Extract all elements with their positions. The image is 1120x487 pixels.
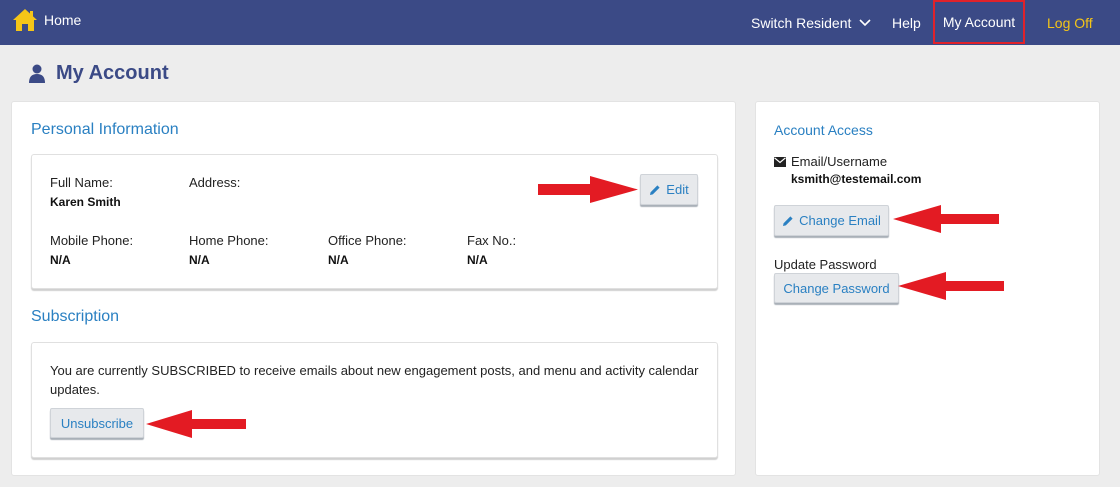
email-username-value: ksmith@testemail.com	[791, 172, 922, 186]
my-account-label: My Account	[942, 14, 1016, 30]
office-phone-value: N/A	[328, 253, 349, 267]
mobile-phone-value: N/A	[50, 253, 71, 267]
chevron-down-icon	[859, 18, 871, 26]
home-label: Home	[44, 12, 82, 28]
help-label: Help	[892, 14, 921, 31]
user-icon	[29, 64, 45, 83]
account-access-heading: Account Access	[774, 122, 873, 138]
page-title-text: My Account	[56, 62, 169, 84]
full-name-value: Karen Smith	[50, 195, 121, 209]
help-link[interactable]: Help	[892, 0, 921, 45]
unsubscribe-button-label: Unsubscribe	[60, 415, 134, 431]
full-name-label: Full Name:	[50, 175, 113, 190]
arrow-to-change-email-icon	[893, 205, 999, 233]
envelope-icon	[774, 156, 786, 167]
fax-label: Fax No.:	[467, 233, 517, 248]
mobile-phone-label: Mobile Phone:	[50, 233, 134, 248]
edit-button-label: Edit	[666, 182, 689, 197]
address-label: Address:	[189, 175, 241, 190]
subscription-heading: Subscription	[31, 308, 120, 325]
personal-information-heading: Personal Information	[31, 121, 179, 138]
top-navigation-bar: Home Switch Resident Help My Account Log…	[0, 0, 1120, 45]
change-password-button[interactable]: Change Password	[774, 273, 899, 303]
home-link[interactable]: Home	[12, 8, 81, 32]
change-email-button-label: Change Email	[799, 213, 881, 228]
log-off-link[interactable]: Log Off	[1047, 0, 1093, 45]
personal-information-panel: Full Name: Karen Smith Address: Edit Mob…	[31, 154, 718, 289]
home-phone-label: Home Phone:	[189, 233, 269, 248]
subscription-panel: You are currently SUBSCRIBED to receive …	[31, 342, 718, 458]
pencil-icon	[650, 184, 660, 195]
home-phone-value: N/A	[189, 253, 210, 267]
email-username-row: Email/Username	[774, 154, 887, 169]
arrow-to-unsubscribe-icon	[146, 410, 246, 438]
email-username-label: Email/Username	[791, 154, 888, 169]
arrow-to-edit-icon	[538, 176, 638, 203]
office-phone-label: Office Phone:	[328, 233, 407, 248]
log-off-label: Log Off	[1047, 14, 1093, 31]
switch-resident-menu[interactable]: Switch Resident	[751, 0, 871, 45]
switch-resident-label: Switch Resident	[751, 14, 852, 31]
pencil-icon	[783, 215, 793, 226]
unsubscribe-button[interactable]: Unsubscribe	[50, 408, 144, 438]
change-password-button-label: Change Password	[783, 280, 890, 296]
my-account-link[interactable]: My Account	[933, 0, 1025, 44]
arrow-to-change-password-icon	[898, 272, 1004, 300]
account-details-card: Personal Information Full Name: Karen Sm…	[11, 101, 736, 476]
update-password-label: Update Password	[774, 257, 877, 272]
subscription-text: You are currently SUBSCRIBED to receive …	[50, 363, 699, 397]
home-icon	[13, 9, 37, 31]
page-title: My Account	[28, 62, 169, 85]
fax-value: N/A	[467, 253, 488, 267]
edit-button[interactable]: Edit	[640, 174, 698, 205]
change-email-button[interactable]: Change Email	[774, 205, 889, 236]
